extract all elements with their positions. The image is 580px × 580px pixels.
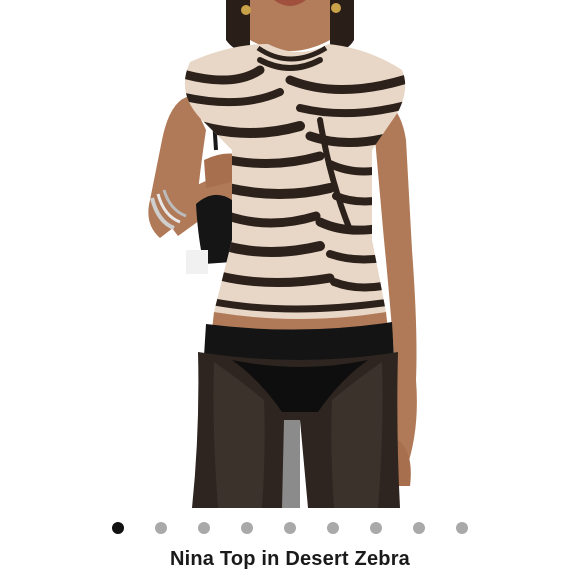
carousel-dot-2[interactable] — [155, 522, 167, 534]
carousel-dot-3[interactable] — [198, 522, 210, 534]
carousel-dot-9[interactable] — [456, 522, 468, 534]
carousel-dot-5[interactable] — [284, 522, 296, 534]
carousel-dot-6[interactable] — [327, 522, 339, 534]
carousel-dot-7[interactable] — [370, 522, 382, 534]
carousel-dot-1[interactable] — [112, 522, 124, 534]
product-image[interactable] — [0, 0, 580, 508]
carousel-dot-4[interactable] — [241, 522, 253, 534]
carousel-pagination — [0, 518, 580, 538]
carousel-dot-8[interactable] — [413, 522, 425, 534]
product-title: Nina Top in Desert Zebra — [169, 548, 411, 570]
